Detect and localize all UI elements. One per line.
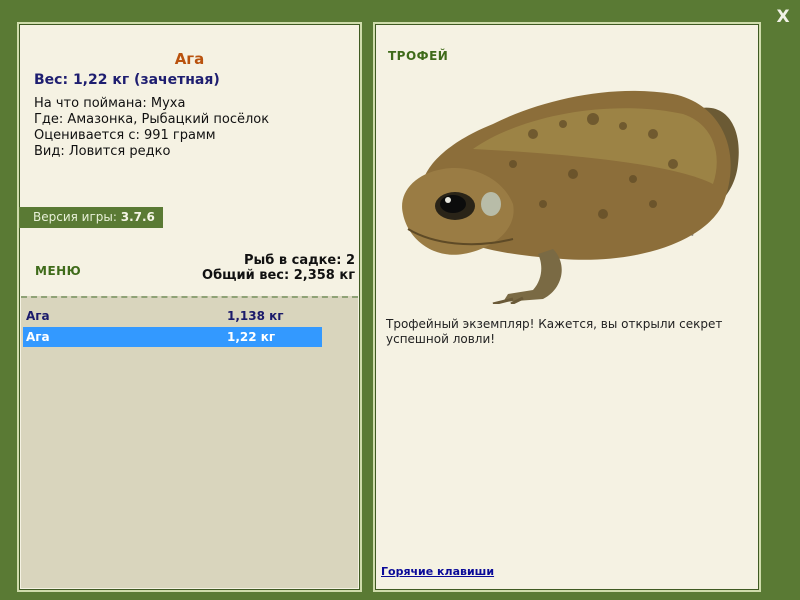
rating-info: Оценивается с: 991 грамм	[34, 128, 216, 143]
hotkeys-link[interactable]: Горячие клавиши	[381, 565, 494, 578]
trophy-panel: ТРОФЕЙ Трофейный экземпляр! Кажется, вы …	[373, 22, 761, 592]
toad-image	[402, 90, 739, 304]
catch-name: Ага	[26, 309, 50, 323]
catch-weight: 1,138 кг	[227, 309, 284, 323]
keepnet-stats: Рыб в садке: 2 Общий вес: 2,358 кг	[202, 253, 355, 283]
total-weight: Общий вес: 2,358 кг	[202, 268, 355, 283]
rarity-info: Вид: Ловится редко	[34, 144, 171, 159]
fish-count: Рыб в садке: 2	[243, 253, 355, 268]
catch-weight: 1,22 кг	[227, 330, 276, 344]
trophy-description: Трофейный экземпляр! Кажется, вы открыли…	[386, 317, 723, 346]
close-button[interactable]: X	[772, 6, 794, 28]
catch-name: Ага	[26, 330, 50, 344]
list-item-selected[interactable]: Ага 1,22 кг	[23, 327, 322, 347]
catch-list: Ага 1,138 кг Ага 1,22 кг	[21, 296, 358, 588]
fish-details: На что поймана: Муха Где: Амазонка, Рыба…	[34, 96, 269, 160]
menu-button[interactable]: МЕНЮ	[35, 264, 81, 278]
bait-info: На что поймана: Муха	[34, 96, 186, 111]
version-value: 3.7.6	[120, 210, 155, 224]
version-label: Версия игры:	[33, 210, 117, 224]
fish-info-panel: Ага Вес: 1,22 кг (зачетная) На что пойма…	[17, 22, 362, 592]
fish-name: Ага	[174, 50, 205, 68]
location-info: Где: Амазонка, Рыбацкий посёлок	[34, 112, 270, 127]
list-item[interactable]: Ага 1,138 кг	[23, 306, 322, 326]
fish-weight: Вес: 1,22 кг (зачетная)	[34, 72, 220, 88]
game-version: Версия игры: 3.7.6	[19, 207, 163, 228]
